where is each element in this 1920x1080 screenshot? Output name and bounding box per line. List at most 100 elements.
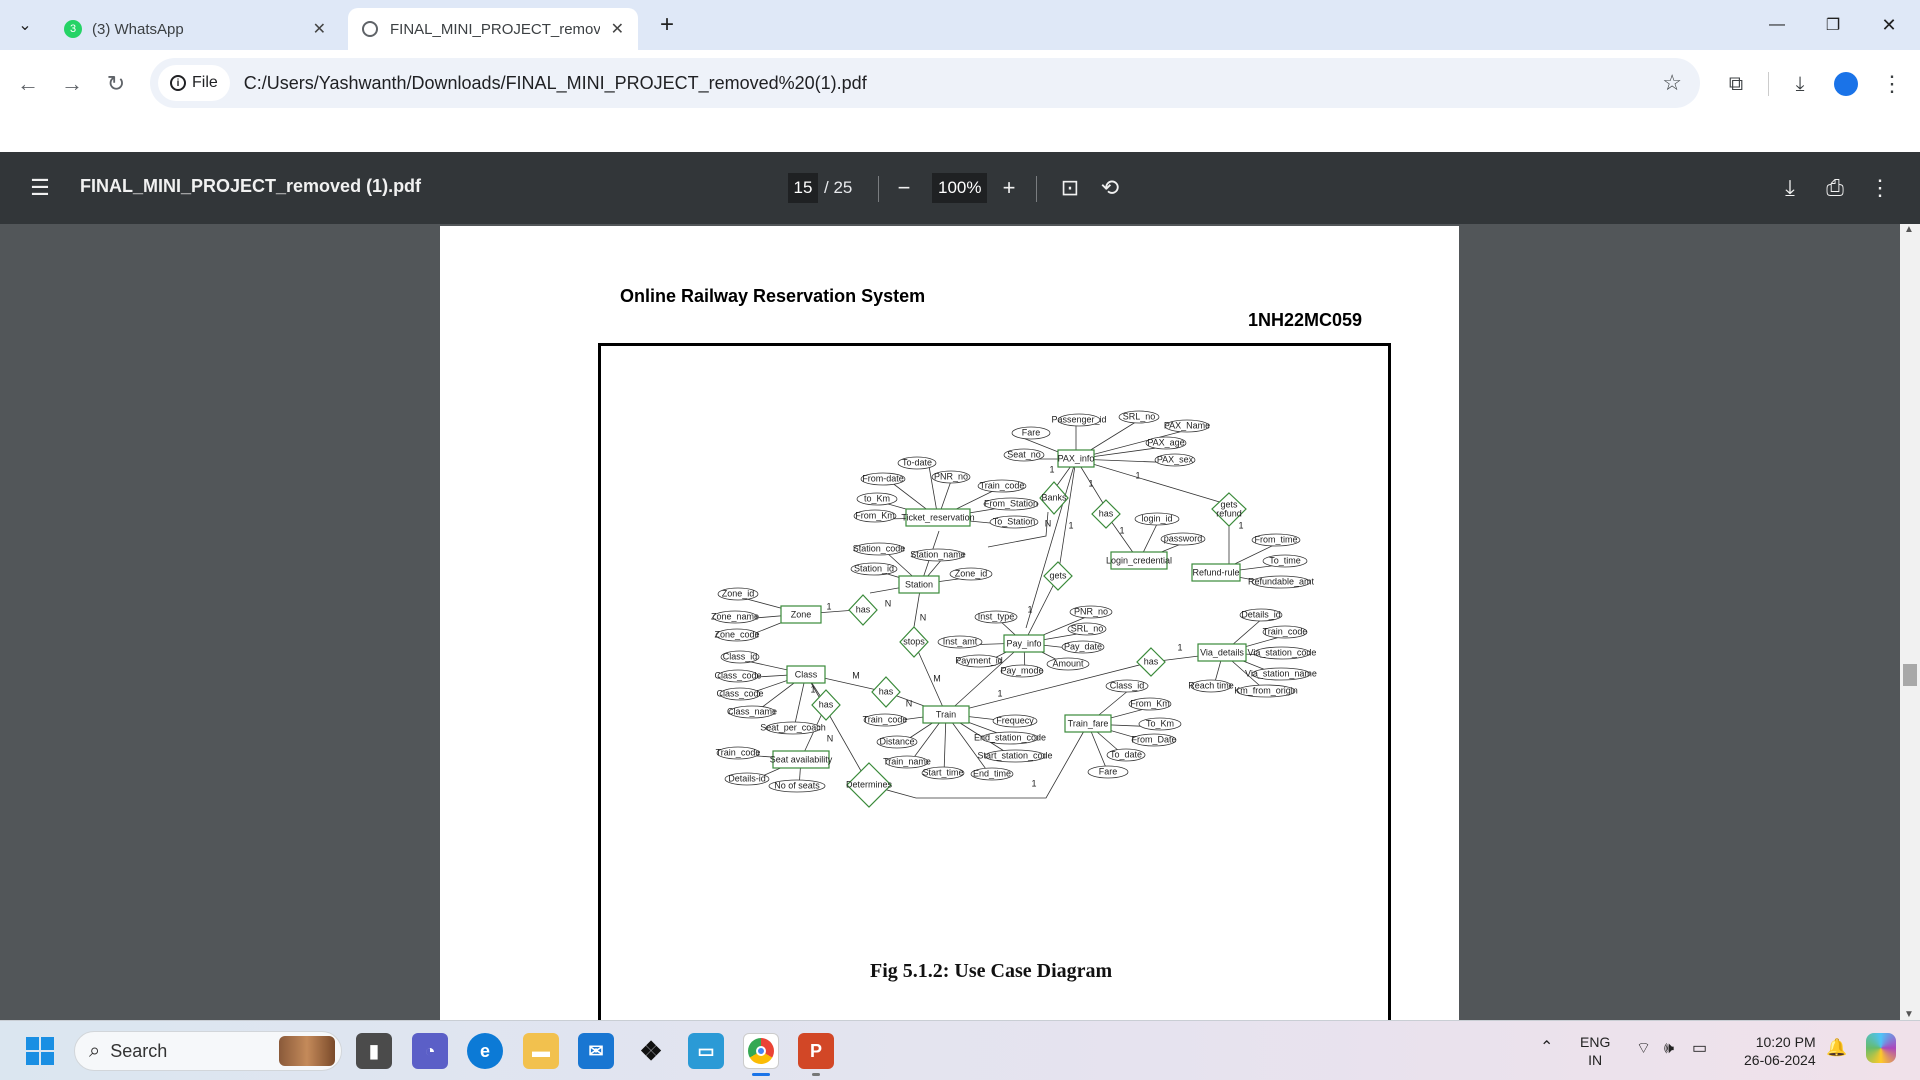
info-icon: i bbox=[170, 75, 186, 91]
tab-search-chevron-icon[interactable]: ⌄ bbox=[8, 8, 42, 42]
svg-text:1: 1 bbox=[1068, 520, 1073, 530]
notification-bell-icon[interactable]: 🔔 bbox=[1826, 1039, 1847, 1057]
svg-text:PAX_info: PAX_info bbox=[1058, 453, 1095, 463]
figure-frame: Banks has gets refund gets has stops has has h… bbox=[598, 343, 1391, 1033]
svg-text:Details-id: Details-id bbox=[728, 773, 766, 783]
scroll-up-arrow-icon[interactable]: ▲ bbox=[1904, 224, 1914, 235]
svg-text:Zone: Zone bbox=[791, 609, 812, 619]
svg-text:Via_station_name: Via_station_name bbox=[1245, 668, 1317, 678]
svg-text:refund: refund bbox=[1216, 508, 1242, 518]
back-icon[interactable]: ← bbox=[10, 66, 46, 102]
scrollbar-thumb[interactable] bbox=[1903, 664, 1917, 686]
svg-text:has: has bbox=[819, 699, 834, 709]
svg-text:Payment_id: Payment_id bbox=[955, 655, 1003, 665]
copilot-icon[interactable] bbox=[1866, 1033, 1896, 1063]
page-total: / 25 bbox=[824, 178, 853, 197]
svg-text:To-date: To-date bbox=[902, 457, 932, 467]
svg-text:Train: Train bbox=[936, 709, 956, 719]
pdf-download-icon[interactable]: ⤓ bbox=[1774, 172, 1806, 204]
new-tab-icon[interactable]: + bbox=[644, 8, 690, 42]
svg-text:Class_code: Class_code bbox=[716, 688, 763, 698]
active-app-indicator bbox=[752, 1073, 770, 1076]
svg-text:Refundable_amt: Refundable_amt bbox=[1248, 576, 1315, 586]
minimize-icon[interactable]: — bbox=[1754, 8, 1800, 42]
address-bar[interactable]: i File C:/Users/Yashwanth/Downloads/FINA… bbox=[150, 58, 1700, 108]
print-icon[interactable]: ⎙ bbox=[1819, 172, 1851, 204]
edge-browser-icon[interactable]: e bbox=[467, 1033, 503, 1069]
svg-text:To_time: To_time bbox=[1269, 555, 1301, 565]
svg-text:Seat_per_coach: Seat_per_coach bbox=[760, 722, 826, 732]
svg-text:SRL_no: SRL_no bbox=[1123, 411, 1156, 421]
site-info-chip[interactable]: i File bbox=[158, 65, 230, 101]
wifi-icon[interactable]: ⌔ bbox=[1636, 1040, 1651, 1058]
bookmark-star-icon[interactable]: ☆ bbox=[1662, 70, 1682, 96]
file-explorer-icon[interactable]: ▬ bbox=[523, 1033, 559, 1069]
toolbar-divider bbox=[1768, 72, 1769, 96]
svg-text:PNR_no: PNR_no bbox=[1074, 606, 1108, 616]
svg-text:login_id: login_id bbox=[1141, 513, 1172, 523]
url-text[interactable]: C:/Users/Yashwanth/Downloads/FINAL_MINI_… bbox=[244, 73, 867, 94]
svg-text:Station_code: Station_code bbox=[853, 543, 906, 553]
remote-desktop-icon[interactable]: ▭ bbox=[688, 1033, 724, 1069]
close-icon[interactable]: ✕ bbox=[611, 19, 624, 39]
er-diagram: Bankshas getsrefund getshasstops hashash… bbox=[711, 410, 1317, 808]
chrome-menu-icon[interactable]: ⋮ bbox=[1874, 66, 1910, 102]
reload-icon[interactable]: ↻ bbox=[98, 66, 134, 102]
profile-avatar-icon[interactable] bbox=[1828, 66, 1864, 102]
svg-text:1: 1 bbox=[810, 684, 815, 694]
svg-text:Banks: Banks bbox=[1041, 492, 1067, 502]
tab-strip: ⌄ 3 (3) WhatsApp ✕ FINAL_MINI_PROJECT_re… bbox=[0, 0, 1920, 50]
show-hidden-icons-chevron-icon[interactable]: ⌃ bbox=[1540, 1039, 1553, 1057]
zoom-out-icon[interactable]: − bbox=[888, 172, 920, 204]
chrome-taskbar-icon[interactable] bbox=[743, 1033, 779, 1069]
svg-text:password: password bbox=[1164, 533, 1203, 543]
svg-text:1: 1 bbox=[1177, 642, 1182, 652]
svg-text:N: N bbox=[920, 612, 927, 622]
clock[interactable]: 10:20 PM 26-06-2024 bbox=[1744, 1033, 1816, 1069]
zoom-in-icon[interactable]: + bbox=[993, 172, 1025, 204]
svg-text:Zone_name: Zone_name bbox=[711, 611, 759, 621]
pdf-page: Online Railway Reservation System 1NH22M… bbox=[440, 226, 1459, 1033]
svg-text:Train_code: Train_code bbox=[863, 714, 908, 724]
extensions-icon[interactable]: ⧉ bbox=[1718, 66, 1754, 102]
clock-time: 10:20 PM bbox=[1755, 1034, 1816, 1050]
rotate-icon[interactable]: ⟲ bbox=[1094, 172, 1126, 204]
close-icon[interactable]: ✕ bbox=[313, 19, 326, 39]
pdf-document-area[interactable]: Online Railway Reservation System 1NH22M… bbox=[0, 224, 1920, 1033]
mail-icon[interactable]: ✉ bbox=[578, 1033, 614, 1069]
svg-text:M: M bbox=[852, 670, 860, 680]
forward-icon[interactable]: → bbox=[54, 66, 90, 102]
svg-text:Zone_code: Zone_code bbox=[714, 629, 759, 639]
tab-pdf[interactable]: FINAL_MINI_PROJECT_removed ✕ bbox=[348, 8, 638, 50]
svg-text:To_Km: To_Km bbox=[1146, 718, 1174, 728]
zoom-level-input[interactable]: 100% bbox=[932, 173, 988, 203]
toolbar-separator bbox=[878, 176, 879, 202]
fit-page-icon[interactable]: ⊡ bbox=[1054, 172, 1086, 204]
volume-icon[interactable]: 🕪 bbox=[1664, 1040, 1674, 1058]
taskbar-search-box[interactable]: ⌕ Search bbox=[74, 1031, 342, 1071]
more-options-icon[interactable]: ⋮ bbox=[1864, 172, 1896, 204]
svg-text:has: has bbox=[1099, 508, 1114, 518]
task-view-icon[interactable]: ▮ bbox=[356, 1033, 392, 1069]
svg-text:1: 1 bbox=[997, 688, 1002, 698]
svg-text:To_Station: To_Station bbox=[993, 516, 1036, 526]
download-icon[interactable]: ⤓ bbox=[1782, 66, 1818, 102]
menu-hamburger-icon[interactable]: ☰ bbox=[24, 172, 56, 204]
page-number-input[interactable]: 15 bbox=[788, 173, 818, 203]
input-language-indicator[interactable]: ENG IN bbox=[1580, 1033, 1610, 1069]
close-window-icon[interactable]: ✕ bbox=[1866, 8, 1912, 42]
svg-text:Fare: Fare bbox=[1099, 766, 1118, 776]
running-app-indicator bbox=[812, 1073, 820, 1076]
dropbox-icon[interactable]: ❖ bbox=[633, 1033, 669, 1069]
restore-icon[interactable]: ❐ bbox=[1810, 8, 1856, 42]
windows-start-icon[interactable] bbox=[22, 1033, 58, 1069]
tab-whatsapp[interactable]: 3 (3) WhatsApp ✕ bbox=[50, 8, 340, 50]
scroll-down-arrow-icon[interactable]: ▼ bbox=[1904, 1009, 1914, 1020]
search-placeholder: Search bbox=[110, 1040, 168, 1061]
svg-text:has: has bbox=[879, 686, 894, 696]
powerpoint-icon[interactable]: P bbox=[798, 1033, 834, 1069]
svg-text:stops: stops bbox=[903, 636, 925, 646]
scrollbar-track[interactable]: ▲ ▼ bbox=[1900, 224, 1920, 1020]
teams-chat-icon[interactable]: ◔ bbox=[412, 1033, 448, 1069]
battery-icon[interactable]: ▭ bbox=[1692, 1040, 1707, 1058]
